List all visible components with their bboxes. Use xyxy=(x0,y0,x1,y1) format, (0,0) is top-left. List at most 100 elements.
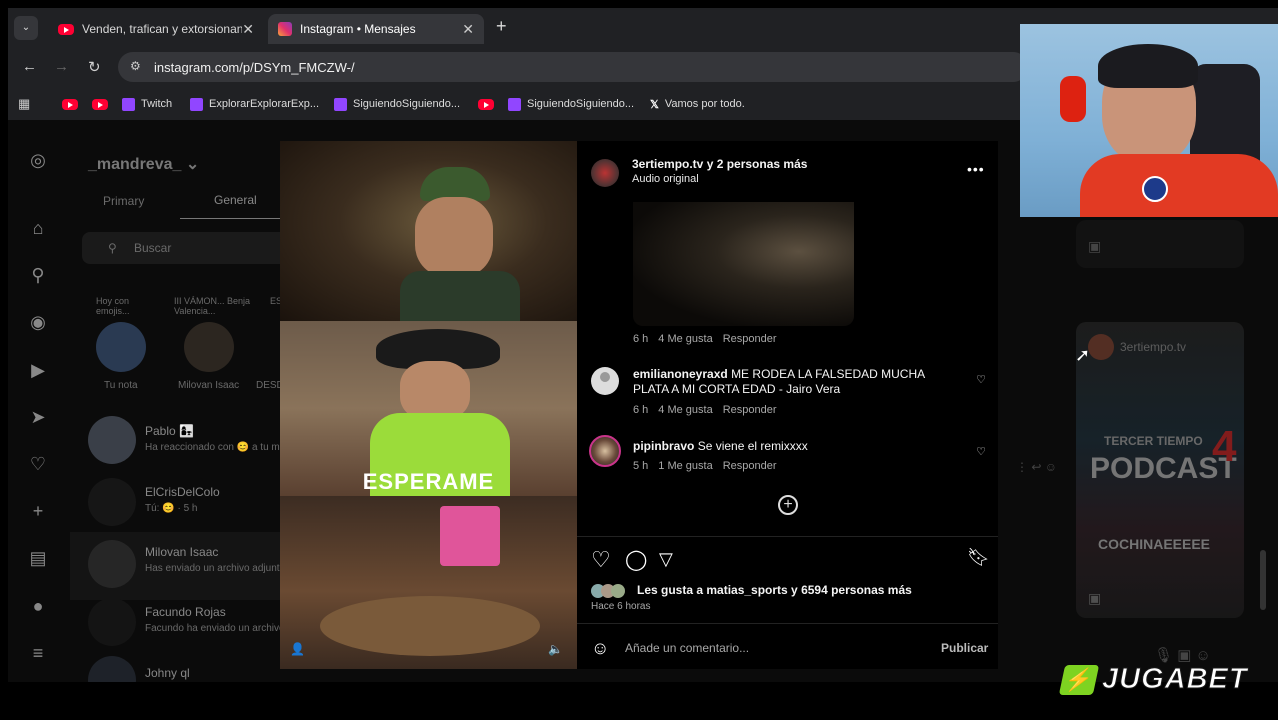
tab-primary[interactable]: Primary xyxy=(103,194,144,208)
comment-user[interactable]: pipinbravo xyxy=(633,439,694,453)
twitch-icon xyxy=(122,97,135,111)
share-icon[interactable]: ▽ xyxy=(659,549,673,570)
x-icon: 𝕏 xyxy=(650,98,659,111)
site-info-icon[interactable]: ⚙ xyxy=(130,59,141,73)
podcast-number: 4 xyxy=(1212,422,1237,471)
back-button[interactable]: ← xyxy=(22,58,37,75)
avatar[interactable] xyxy=(589,435,621,467)
post-media[interactable]: ESPERAME 👤 🔈 xyxy=(280,141,577,669)
author-avatar[interactable] xyxy=(591,159,619,187)
reply-button[interactable]: Responder xyxy=(723,333,777,345)
address-bar[interactable]: ⚙ instagram.com/p/DSYm_FMCZW-/ xyxy=(118,52,1028,82)
new-tab-button[interactable]: + xyxy=(496,16,507,37)
comment-time: 6 h xyxy=(633,333,649,345)
media-caption: ESPERAME xyxy=(362,469,495,494)
avatar xyxy=(88,540,136,588)
bookmark[interactable] xyxy=(92,94,116,114)
user-icon[interactable]: 👤 xyxy=(290,642,305,656)
comment-input[interactable]: Añade un comentario... xyxy=(625,641,749,655)
avatar[interactable] xyxy=(184,322,234,372)
explore-icon[interactable]: ◉ xyxy=(28,312,48,332)
reload-button[interactable]: ↻ xyxy=(88,58,101,76)
tab-title: Venden, trafican y extorsionan: xyxy=(82,22,242,36)
twitch-icon xyxy=(508,97,521,111)
home-icon[interactable]: ⌂ xyxy=(28,218,48,238)
bookmark[interactable] xyxy=(62,94,86,114)
bookmark-twitch[interactable]: Twitch xyxy=(122,94,172,114)
bookmark[interactable]: 𝕏 Vamos por todo. xyxy=(650,94,745,114)
avatar xyxy=(88,656,136,682)
message-actions[interactable]: ⋮ ↩ ☺ xyxy=(1016,460,1057,474)
thread-item[interactable]: ElCrisDelColo Tú: 😊 · 5 h xyxy=(88,478,288,532)
avatar[interactable] xyxy=(96,322,146,372)
like-comment-icon[interactable]: ♡ xyxy=(976,445,986,458)
dm-search-input[interactable]: ⚲ Buscar xyxy=(82,232,288,264)
thread-preview: Ha reaccionado con 😊 a tu m xyxy=(145,442,280,453)
create-icon[interactable]: + xyxy=(28,501,48,521)
thread-item[interactable]: Pablo 👩‍👧 Ha reaccionado con 😊 a tu m xyxy=(88,416,288,470)
forward-button[interactable]: → xyxy=(54,58,69,75)
search-icon[interactable]: ⚲ xyxy=(28,265,48,285)
comment-meta: 6 h 4 Me gusta Responder xyxy=(633,333,787,345)
menu-icon[interactable]: ≡ xyxy=(28,643,48,663)
avatar xyxy=(88,478,136,526)
dm-username[interactable]: _mandreva_ ⌄ xyxy=(88,154,199,174)
post-audio[interactable]: Audio original xyxy=(632,173,699,185)
dashboard-icon[interactable]: ▤ xyxy=(28,548,48,568)
like-comment-icon[interactable]: ♡ xyxy=(976,373,986,386)
note-text: Hoy con emojis... xyxy=(96,296,130,316)
bookmark[interactable]: SiguiendoSiguiendo... xyxy=(508,94,634,114)
avatar[interactable] xyxy=(591,367,619,395)
load-more-comments-icon[interactable]: + xyxy=(778,495,798,515)
reels-icon[interactable]: ▶ xyxy=(28,360,48,380)
profile-icon[interactable]: ● xyxy=(28,596,48,616)
more-options-icon[interactable]: ••• xyxy=(967,161,985,177)
comment-likes[interactable]: 4 Me gusta xyxy=(658,333,712,345)
tab-instagram[interactable]: Instagram • Mensajes ✕ xyxy=(268,14,484,44)
messages-icon[interactable]: ➤ xyxy=(28,407,48,427)
comment-icon[interactable]: ◯ xyxy=(625,547,647,572)
comment-image[interactable] xyxy=(633,202,854,326)
likes-count[interactable]: Les gusta a matias_sports y 6594 persona… xyxy=(637,583,912,597)
comment-likes[interactable]: 4 Me gusta xyxy=(658,404,712,416)
thread-item[interactable]: Johny ql xyxy=(88,656,288,682)
chat-input-icons[interactable]: 🎙 ▣ ☺ xyxy=(1154,646,1211,664)
scrollbar[interactable] xyxy=(1260,550,1266,610)
instagram-icon[interactable]: ◎ xyxy=(28,150,48,170)
emoji-icon[interactable]: ☺ xyxy=(591,638,609,659)
thread-preview: Tú: 😊 · 5 h xyxy=(145,503,198,514)
mouse-cursor-icon: ➚ xyxy=(1075,345,1091,365)
close-tab-icon[interactable]: ✕ xyxy=(462,21,474,38)
media-scene-2: ESPERAME xyxy=(280,321,577,497)
audio-icon[interactable]: 🔈 xyxy=(548,642,563,656)
reel-icon: ▣ xyxy=(1088,590,1102,606)
comment-user[interactable]: emilianoneyraxd xyxy=(633,367,728,381)
url-text: instagram.com/p/DSYm_FMCZW-/ xyxy=(154,59,355,75)
bookmark[interactable]: SiguiendoSiguiendo... xyxy=(334,94,460,114)
thread-item[interactable]: Facundo Rojas Facundo ha enviado un arch… xyxy=(88,598,288,652)
tab-search-button[interactable]: ⌄ xyxy=(14,16,38,40)
thread-item-selected[interactable]: Milovan Isaac Has enviado un archivo adj… xyxy=(70,532,288,600)
save-icon[interactable]: 🔖︎ xyxy=(967,547,990,568)
comment-likes[interactable]: 1 Me gusta xyxy=(658,460,712,472)
publish-button[interactable]: Publicar xyxy=(941,641,988,655)
tab-general[interactable]: General xyxy=(214,193,257,207)
bookmark-label: ExplorarExplorarExp... xyxy=(209,98,320,110)
bolt-icon: ⚡ xyxy=(1058,665,1100,695)
post-author[interactable]: 3ertiempo.tv y 2 personas más xyxy=(632,157,807,171)
apps-icon[interactable]: ▦ xyxy=(18,94,30,114)
bookmark[interactable] xyxy=(478,94,502,114)
like-icon[interactable]: ♡ xyxy=(591,547,611,573)
shared-account: 3ertiempo.tv xyxy=(1120,340,1187,354)
jugabet-logo: ⚡ JUGABET xyxy=(1058,663,1254,697)
tab-youtube[interactable]: Venden, trafican y extorsionan: ✕ xyxy=(48,14,264,44)
shared-reel-bubble[interactable]: ▣ xyxy=(1076,220,1244,268)
close-tab-icon[interactable]: ✕ xyxy=(242,21,254,38)
reply-button[interactable]: Responder xyxy=(723,404,777,416)
reply-button[interactable]: Responder xyxy=(723,460,777,472)
bookmark[interactable]: ExplorarExplorarExp... xyxy=(190,94,319,114)
face-shape xyxy=(400,361,470,421)
twitch-icon xyxy=(334,97,347,111)
notifications-icon[interactable]: ♡ xyxy=(28,454,48,474)
shared-post-bubble[interactable]: 3ertiempo.tv TERCER TIEMPO PODCAST 4 COC… xyxy=(1076,322,1244,618)
